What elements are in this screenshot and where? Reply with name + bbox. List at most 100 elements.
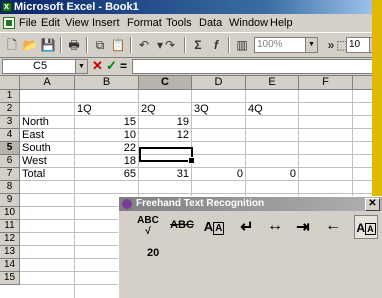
recognize-label: ABC: [137, 215, 159, 226]
edit-formula-button[interactable]: =: [120, 59, 127, 73]
name-box[interactable]: C5 ▼: [2, 59, 88, 74]
row-header-7[interactable]: 7: [0, 168, 20, 181]
backspace-icon[interactable]: ←: [323, 217, 343, 243]
cell-d7[interactable]: 0: [192, 168, 245, 181]
menu-view[interactable]: View: [65, 17, 89, 29]
zoom-value: 100%: [257, 39, 283, 50]
column-header-f[interactable]: F: [299, 76, 353, 90]
column-header-b[interactable]: B: [75, 76, 139, 90]
menu-format[interactable]: Format: [127, 17, 162, 29]
cancel-entry-icon[interactable]: ✕: [92, 58, 103, 74]
formula-input[interactable]: [132, 59, 382, 74]
workbook-icon[interactable]: [3, 17, 15, 29]
enter-icon[interactable]: ↵: [237, 217, 257, 243]
row-header-9[interactable]: 9: [0, 194, 20, 207]
cell-c3[interactable]: 19: [139, 116, 191, 129]
pen-icon: [122, 199, 132, 209]
name-box-value: C5: [33, 60, 48, 72]
menu-window[interactable]: Window: [229, 17, 268, 29]
redo-icon[interactable]: ↷: [162, 37, 178, 53]
print-icon[interactable]: 🖶: [66, 37, 82, 53]
column-header-e[interactable]: E: [246, 76, 299, 90]
cell-b6[interactable]: 18: [75, 155, 138, 168]
keyboard-toggle-button[interactable]: AA: [354, 215, 378, 239]
enter-entry-icon[interactable]: ✓: [106, 58, 117, 74]
cell-d2[interactable]: 3Q: [192, 103, 245, 116]
undo-icon[interactable]: ↶: [136, 37, 152, 53]
column-header-c[interactable]: C: [139, 76, 192, 90]
cell-b3[interactable]: 15: [75, 116, 138, 129]
title-bar: Microsoft Excel - Book1: [0, 0, 382, 14]
menu-tools[interactable]: Tools: [166, 17, 192, 29]
row-header-6[interactable]: 6: [0, 155, 20, 168]
row-header-15[interactable]: 15: [0, 272, 20, 285]
menu-file[interactable]: File: [19, 17, 37, 29]
fill-handle[interactable]: [188, 157, 195, 164]
check-icon: √: [145, 226, 151, 237]
menu-help[interactable]: Help: [270, 17, 293, 29]
chart-icon[interactable]: ▥: [234, 37, 250, 53]
row-header-11[interactable]: 11: [0, 220, 20, 233]
row-header-5[interactable]: 5: [0, 142, 20, 155]
cell-e7[interactable]: 0: [246, 168, 298, 181]
cell-a4[interactable]: East: [20, 129, 74, 142]
paste-icon[interactable]: 📋: [110, 37, 126, 53]
copy-icon[interactable]: ⧉: [92, 37, 108, 53]
new-icon[interactable]: 🗋: [4, 37, 20, 53]
toolbar-separator: [60, 37, 62, 53]
row-header-14[interactable]: 14: [0, 259, 20, 272]
tab-icon[interactable]: ⇥: [293, 217, 313, 243]
chevron-down-icon[interactable]: ▼: [305, 38, 317, 52]
row-header-1[interactable]: 1: [0, 90, 20, 103]
toolbar-separator: [184, 37, 186, 53]
menu-edit[interactable]: Edit: [41, 17, 60, 29]
menu-insert[interactable]: Insert: [92, 17, 120, 29]
correct-text-button[interactable]: ABC: [169, 219, 195, 245]
row-header-10[interactable]: 10: [0, 207, 20, 220]
zoom-select[interactable]: 100% ▼: [254, 37, 318, 53]
row-header-13[interactable]: 13: [0, 246, 20, 259]
cell-b5[interactable]: 22: [75, 142, 138, 155]
select-all-corner[interactable]: [0, 76, 20, 90]
keyboard-toggle-label: A: [356, 221, 366, 235]
row-header-8[interactable]: 8: [0, 181, 20, 194]
cell-b7[interactable]: 65: [75, 168, 138, 181]
menu-bar: File Edit View Insert Format Tools Data …: [0, 15, 382, 33]
cell-b4[interactable]: 10: [75, 129, 138, 142]
autosum-icon[interactable]: Σ: [190, 37, 206, 53]
cell-a3[interactable]: North: [20, 116, 74, 129]
panel-title: Freehand Text Recognition: [136, 198, 265, 209]
cell-e2[interactable]: 4Q: [246, 103, 298, 116]
cell-c2[interactable]: 2Q: [139, 103, 191, 116]
save-icon[interactable]: 💾: [40, 37, 56, 53]
row-header-2[interactable]: 2: [0, 103, 20, 116]
close-icon[interactable]: ✕: [365, 198, 380, 211]
case-label: A: [203, 219, 214, 234]
row-header-12[interactable]: 12: [0, 233, 20, 246]
case-toggle-button[interactable]: AA: [201, 219, 227, 245]
excel-app-icon[interactable]: [2, 0, 12, 13]
row-header-4[interactable]: 4: [0, 129, 20, 142]
open-icon[interactable]: 📂: [22, 37, 38, 53]
formula-bar: C5 ▼ ✕ ✓ =: [0, 58, 382, 76]
cell-c7[interactable]: 31: [139, 168, 191, 181]
cell-b2[interactable]: 1Q: [75, 103, 138, 116]
cell-a6[interactable]: West: [20, 155, 74, 168]
cell-a7[interactable]: Total: [20, 168, 74, 181]
cell-c4[interactable]: 12: [139, 129, 191, 142]
cell-a5[interactable]: South: [20, 142, 74, 155]
toolbar-separator: [130, 37, 132, 53]
chevron-down-icon[interactable]: ▼: [75, 60, 87, 73]
space-icon[interactable]: ↔: [265, 217, 285, 243]
toolbar-separator: [228, 37, 230, 53]
column-header-d[interactable]: D: [192, 76, 246, 90]
function-icon[interactable]: f: [208, 37, 224, 53]
active-cell-selection[interactable]: [139, 147, 195, 164]
menu-data[interactable]: Data: [199, 17, 222, 29]
panel-title-bar[interactable]: Freehand Text Recognition ✕: [119, 197, 382, 211]
recognize-text-button[interactable]: ABC √: [135, 215, 161, 241]
standard-toolbar: 🗋 📂 💾 🖶 ⧉ 📋 ↶ ▾ ↷ Σ f ▥ 100% ▼ » ⬚ 10 ▼: [0, 33, 382, 58]
row-header-3[interactable]: 3: [0, 116, 20, 129]
recognized-ink-text: 20: [147, 247, 160, 259]
column-header-a[interactable]: A: [20, 76, 75, 90]
